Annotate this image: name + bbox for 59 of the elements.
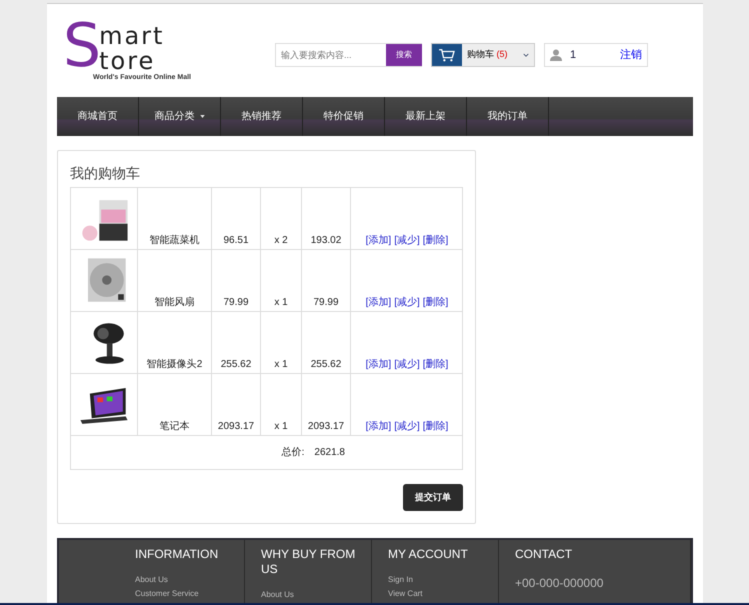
footer-heading: CONTACT — [515, 547, 574, 562]
table-cell-text: 193.02 — [310, 234, 342, 248]
table-cell-text: 智能风扇 — [154, 296, 194, 310]
footer-link[interactable]: About Us — [261, 589, 371, 601]
table-cell-text: x 1 — [274, 358, 288, 372]
table-cell-text: x 1 — [274, 296, 288, 310]
action-link[interactable]: [减少] — [394, 357, 420, 372]
submit-order-button[interactable]: 提交订单 — [403, 484, 463, 511]
nav-item[interactable]: 商城首页 — [57, 97, 139, 136]
table-cell-text: 255.62 — [220, 358, 252, 372]
search-button[interactable]: 搜索 — [386, 43, 422, 67]
action-link[interactable]: [删除] — [422, 295, 448, 310]
footer-link[interactable]: About Us — [135, 574, 244, 586]
logo-text: tore — [99, 49, 156, 74]
nav-item[interactable]: 热销推荐 — [221, 97, 303, 136]
search-field[interactable]: 输入要搜索内容... — [275, 43, 386, 67]
action-link[interactable]: [删除] — [422, 357, 448, 372]
logout-link[interactable]: 注销 — [620, 46, 642, 64]
table-cell-text: 79.99 — [223, 296, 249, 310]
action-link[interactable]: [添加] — [366, 233, 392, 248]
action-link[interactable]: [减少] — [394, 295, 420, 310]
nav-item[interactable]: 特价促销 — [303, 97, 385, 136]
action-link[interactable]: [添加] — [366, 419, 392, 434]
footer-heading: INFORMATION — [135, 547, 220, 562]
nav-item[interactable]: 我的订单 — [467, 97, 549, 136]
footer-link[interactable]: Sign In — [388, 574, 498, 586]
table-cell-text: 2093.17 — [218, 420, 254, 434]
table-cell-text: 智能蔬菜机 — [150, 234, 200, 248]
table-cell-text: 笔记本 — [160, 420, 190, 434]
table-cell-text: 255.62 — [310, 358, 342, 372]
action-link[interactable]: [添加] — [366, 295, 392, 310]
footer-heading: WHY BUY FROM US — [261, 547, 356, 577]
cart-label: 购物车 (5) — [467, 48, 508, 62]
chevron-icon — [523, 52, 529, 58]
footer-link[interactable]: +00-000-000000 — [515, 574, 690, 592]
action-link[interactable]: [减少] — [394, 233, 420, 248]
nav-item[interactable]: 商品分类 — [139, 97, 221, 136]
footer-link[interactable]: View Cart — [388, 588, 498, 600]
action-link[interactable]: [减少] — [394, 419, 420, 434]
action-link[interactable]: [删除] — [422, 419, 448, 434]
table-cell-text: 96.51 — [223, 234, 249, 248]
footer-link[interactable]: Customer Service — [135, 588, 244, 600]
panel-title: 我的购物车 — [70, 164, 141, 182]
table-cell-text: 2093.17 — [308, 420, 344, 434]
table-cell-text: x 1 — [274, 420, 288, 434]
action-link[interactable]: [删除] — [422, 233, 448, 248]
table-cell-text: 智能摄像头2 — [146, 358, 202, 372]
user-icon — [550, 49, 562, 61]
nav-item[interactable]: 最新上架 — [385, 97, 467, 136]
total-value: 2621.8 — [314, 446, 345, 460]
total-label: 总价: — [282, 446, 304, 460]
cart-icon — [438, 48, 456, 62]
cart-dropdown[interactable]: 购物车 (5) — [431, 43, 535, 67]
table-cell-text: 79.99 — [313, 296, 339, 310]
user-name: 1 — [570, 48, 576, 63]
footer-heading: MY ACCOUNT — [388, 547, 469, 562]
logo-text: mart — [99, 24, 164, 49]
action-link[interactable]: [添加] — [366, 357, 392, 372]
table-cell-text: x 2 — [274, 234, 288, 248]
